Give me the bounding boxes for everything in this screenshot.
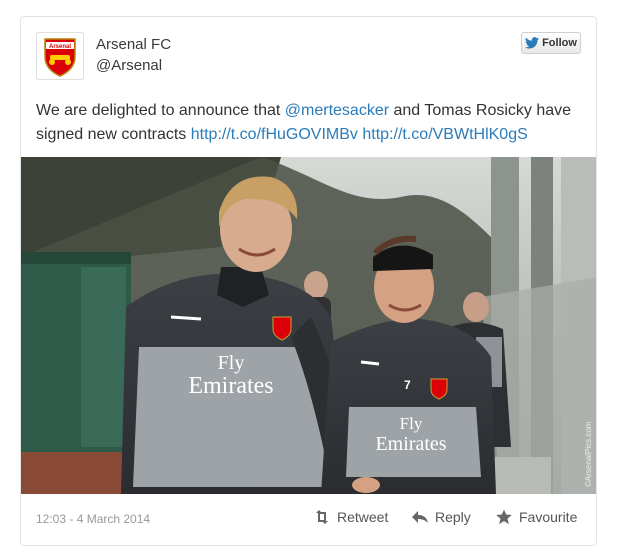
follow-button[interactable]: Follow [521, 32, 581, 54]
shirt-sponsor-top-left: Fly [218, 352, 245, 374]
svg-text:Arsenal: Arsenal [49, 44, 71, 50]
retweet-icon [316, 510, 328, 524]
star-icon [496, 509, 512, 524]
reply-button[interactable]: Reply [411, 509, 471, 525]
tweet-photo[interactable]: Fly Emirates 7 Fly Emirates ©ArsenalPics… [21, 157, 596, 494]
arsenal-crest-icon: Arsenal [44, 38, 76, 77]
retweet-button[interactable]: Retweet [313, 509, 388, 525]
favourite-button[interactable]: Favourite [495, 509, 577, 525]
reply-icon [412, 511, 428, 523]
favourite-label: Favourite [519, 509, 578, 525]
tweet-text: We are delighted to announce that @merte… [36, 99, 581, 147]
url-link-2[interactable]: http://t.co/VBWtHlK0gS [362, 126, 527, 143]
shirt-sponsor-top-right: Fly [400, 414, 423, 433]
account-name[interactable]: Arsenal FC [96, 36, 171, 53]
tweet-footer: 12:03 - 4 March 2014 Retweet Reply Favou… [21, 495, 596, 545]
twitter-bird-icon [525, 37, 540, 49]
avatar[interactable]: Arsenal [36, 32, 84, 80]
follow-label: Follow [542, 37, 577, 49]
tweet-card: Arsenal Arsenal FC @Arsenal Follow We ar… [20, 16, 597, 546]
mention-link[interactable]: @mertesacker [285, 102, 389, 119]
retweet-label: Retweet [337, 509, 389, 525]
url-link-1[interactable]: http://t.co/fHuGOVIMBv [191, 126, 358, 143]
tweet-text-part: We are delighted to announce that [36, 102, 285, 119]
shirt-number: 7 [404, 378, 411, 392]
reply-label: Reply [435, 509, 471, 525]
shirt-sponsor-bottom-right: Emirates [375, 433, 446, 455]
account-handle[interactable]: @Arsenal [96, 57, 162, 74]
training-photo: Fly Emirates 7 Fly Emirates ©ArsenalPics… [21, 157, 596, 494]
tweet-header: Arsenal Arsenal FC @Arsenal Follow [21, 17, 596, 87]
timestamp[interactable]: 12:03 - 4 March 2014 [36, 512, 150, 526]
photo-watermark: ©ArsenalPics.com [584, 421, 593, 487]
shirt-sponsor-bottom-left: Emirates [188, 373, 273, 399]
